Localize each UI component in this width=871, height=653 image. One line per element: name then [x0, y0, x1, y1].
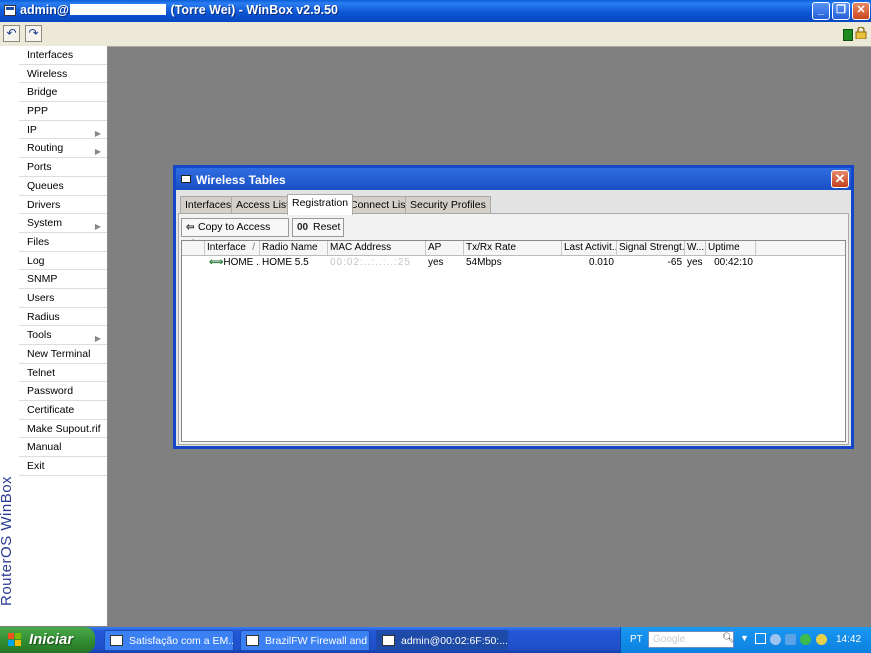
- column-header-radio-name[interactable]: Radio Name: [260, 241, 328, 255]
- column-header-last-activity[interactable]: Last Activit...: [562, 241, 617, 255]
- window-title: admin@ (Torre Wei) - WinBox v2.9.50: [20, 3, 338, 17]
- table-header: Interface / Radio Name MAC Address AP Tx/…: [182, 241, 845, 256]
- cell-signal-strength: -65: [667, 257, 682, 268]
- windows-flag-icon: [8, 633, 21, 646]
- menu-item-wireless[interactable]: Wireless: [19, 65, 107, 84]
- menu-item-snmp[interactable]: SNMP: [19, 270, 107, 289]
- search-icon[interactable]: 🔍︎: [722, 633, 735, 644]
- menu-item-bridge[interactable]: Bridge: [19, 83, 107, 103]
- column-header-mac-address[interactable]: MAC Address: [328, 241, 426, 255]
- maximize-button[interactable]: ❐: [832, 2, 850, 20]
- routeros-brand: RouterOS WinBox: [0, 46, 19, 626]
- menu-item-ip[interactable]: IP ▶: [19, 121, 107, 140]
- cell-radio-name: HOME 5.5: [262, 257, 309, 268]
- winbox-app-icon: [4, 5, 16, 16]
- menu-item-log[interactable]: Log: [19, 252, 107, 271]
- column-header-tx-rx-rate[interactable]: Tx/Rx Rate: [464, 241, 562, 255]
- window-icon[interactable]: [755, 633, 766, 644]
- menu-item-files[interactable]: Files: [19, 233, 107, 252]
- dropdown-arrow-icon[interactable]: ▼: [740, 633, 749, 643]
- security-icon[interactable]: [816, 634, 827, 645]
- menu-item-drivers[interactable]: Drivers: [19, 196, 107, 215]
- column-header-uptime[interactable]: Uptime: [706, 241, 756, 255]
- lock-icon: [855, 27, 867, 39]
- tab-connect-list[interactable]: Connect List: [345, 196, 414, 214]
- menu-item-system[interactable]: System ▶: [19, 214, 107, 233]
- tab-interfaces[interactable]: Interfaces: [180, 196, 237, 214]
- undo-button[interactable]: ↶: [3, 25, 20, 42]
- menu-item-telnet[interactable]: Telnet: [19, 364, 107, 383]
- network-icon[interactable]: [785, 634, 796, 645]
- column-header-w[interactable]: W...: [685, 241, 706, 255]
- browser-icon: [110, 635, 123, 646]
- clock: 14:42: [836, 634, 862, 645]
- taskbar-item-brazilfw[interactable]: BrazilFW Firewall and ...: [240, 630, 370, 651]
- copy-arrow-icon: ⇦: [186, 222, 195, 233]
- copy-to-access-list-button[interactable]: ⇦Copy to Access List: [181, 218, 289, 250]
- registration-table: Interface / Radio Name MAC Address AP Tx/…: [181, 240, 846, 442]
- wireless-link-icon: ⟺: [209, 257, 224, 268]
- main-menu: Interfaces Wireless Bridge PPP IP ▶ Routing ▶ Po…: [19, 46, 108, 626]
- menu-item-ppp[interactable]: PPP: [19, 102, 107, 121]
- registration-panel: ⇦Copy to Access List 00Reset Interface/ …: [178, 213, 849, 445]
- menu-item-queues[interactable]: Queues: [19, 177, 107, 196]
- wireless-close-button[interactable]: ✕: [831, 170, 849, 188]
- menu-item-password[interactable]: Password: [19, 382, 107, 402]
- cell-w: yes: [687, 257, 703, 268]
- cell-last-activity: 0.010: [588, 257, 614, 268]
- table-row[interactable]: ⟺HOME ... HOME 5.5 00:02:..:..:..:25 yes…: [182, 256, 845, 270]
- menu-item-exit[interactable]: Exit: [19, 457, 107, 476]
- redo-button[interactable]: ↷: [25, 25, 42, 42]
- menu-item-interfaces[interactable]: Interfaces: [19, 46, 107, 65]
- language-indicator[interactable]: PT: [630, 634, 643, 645]
- taskbar-item-satisfacao[interactable]: Satisfação com a EM...: [104, 630, 234, 651]
- connection-status-icon: [843, 29, 853, 41]
- menu-item-tools[interactable]: Tools ▶: [19, 326, 107, 345]
- browser-icon: [246, 635, 259, 646]
- window-icon: [181, 175, 191, 183]
- toolbar: ↶ ↷: [0, 22, 871, 47]
- column-header-interface[interactable]: Interface /: [205, 241, 260, 255]
- menu-item-routing[interactable]: Routing ▶: [19, 139, 107, 159]
- column-header-flags: [182, 241, 205, 255]
- taskbar-item-winbox[interactable]: admin@00:02:6F:50:...: [376, 630, 508, 651]
- redo-icon: ↷: [28, 26, 39, 40]
- reset-icon: 00: [297, 222, 309, 233]
- back-icon[interactable]: [770, 634, 781, 645]
- menu-item-ports[interactable]: Ports: [19, 158, 107, 177]
- minimize-button[interactable]: _: [812, 2, 830, 20]
- menu-item-users[interactable]: Users: [19, 289, 107, 308]
- menu-item-new-terminal[interactable]: New Terminal: [19, 345, 107, 364]
- cell-uptime: 00:42:10: [714, 257, 753, 268]
- menu-item-make-supout-rif[interactable]: Make Supout.rif: [19, 420, 107, 439]
- wireless-window-title: Wireless Tables: [196, 173, 286, 187]
- menu-item-radius[interactable]: Radius: [19, 308, 107, 327]
- column-header-signal-strength[interactable]: Signal Strengt...: [617, 241, 685, 255]
- tab-security-profiles[interactable]: Security Profiles: [405, 196, 491, 214]
- title-bar[interactable]: admin@ (Torre Wei) - WinBox v2.9.50 _ ❐ …: [0, 0, 871, 22]
- winbox-icon: [382, 635, 395, 646]
- reset-button[interactable]: 00 Reset: [292, 218, 344, 237]
- wireless-tables-window: Wireless Tables ✕ Interfaces Access List…: [173, 165, 854, 449]
- tab-access-list[interactable]: Access List: [231, 196, 295, 214]
- menu-item-manual[interactable]: Manual: [19, 438, 107, 458]
- taskbar: Iniciar Satisfação com a EM... BrazilFW …: [0, 627, 871, 653]
- close-button[interactable]: ✕: [852, 2, 870, 20]
- messenger-icon[interactable]: [800, 634, 811, 645]
- cell-tx-rx-rate: 54Mbps: [466, 257, 502, 268]
- undo-icon: ↶: [6, 26, 17, 40]
- tab-registration[interactable]: Registration: [287, 194, 354, 215]
- cell-interface: ⟺HOME ...: [209, 257, 260, 268]
- cell-mac-address: 00:02:..:..:..:25: [330, 257, 411, 268]
- redacted-address: [70, 4, 166, 15]
- menu-item-certificate[interactable]: Certificate: [19, 401, 107, 420]
- wireless-window-titlebar[interactable]: Wireless Tables ✕: [176, 168, 851, 190]
- start-button[interactable]: Iniciar: [0, 627, 95, 653]
- column-header-ap[interactable]: AP: [426, 241, 464, 255]
- cell-ap: yes: [428, 257, 444, 268]
